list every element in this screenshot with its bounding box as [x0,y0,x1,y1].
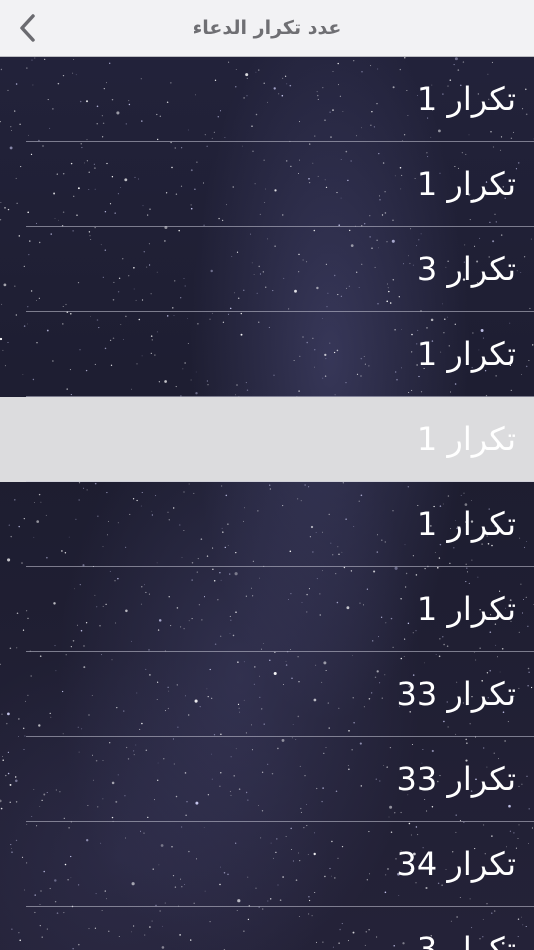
list-row[interactable]: تكرار 1 [0,57,534,142]
row-label: تكرار 1 [416,80,516,118]
list-row[interactable]: تكرار 33 [0,652,534,737]
list-row[interactable]: تكرار 1 [0,482,534,567]
list-row[interactable]: تكرار 1 [0,567,534,652]
repeat-count-list[interactable]: تكرار 1 تكرار 1 تكرار 3 تكرار 1 تكرار 1 … [0,57,534,950]
row-label: تكرار 1 [416,165,516,203]
row-separator [26,481,534,482]
page-title: عدد تكرار الدعاء [192,17,342,39]
row-label: تكرار 1 [416,335,516,373]
navigation-bar: عدد تكرار الدعاء [0,0,534,57]
row-label: تكرار 1 [416,420,516,458]
row-label: تكرار 33 [396,760,516,798]
row-label: تكرار 3 [416,250,516,288]
row-label: تكرار 34 [396,845,516,883]
list-row[interactable]: تكرار 1 [0,142,534,227]
list-row[interactable]: تكرار 3 [0,227,534,312]
list-row[interactable]: تكرار 33 [0,737,534,822]
list-row[interactable]: تكرار 1 [0,397,534,482]
row-label: تكرار 1 [416,590,516,628]
row-label: تكرار 3 [416,930,516,950]
list-row[interactable]: تكرار 1 [0,312,534,397]
row-label: تكرار 33 [396,675,516,713]
list-row[interactable]: تكرار 34 [0,822,534,907]
row-label: تكرار 1 [416,505,516,543]
list-row[interactable]: تكرار 3 [0,907,534,950]
